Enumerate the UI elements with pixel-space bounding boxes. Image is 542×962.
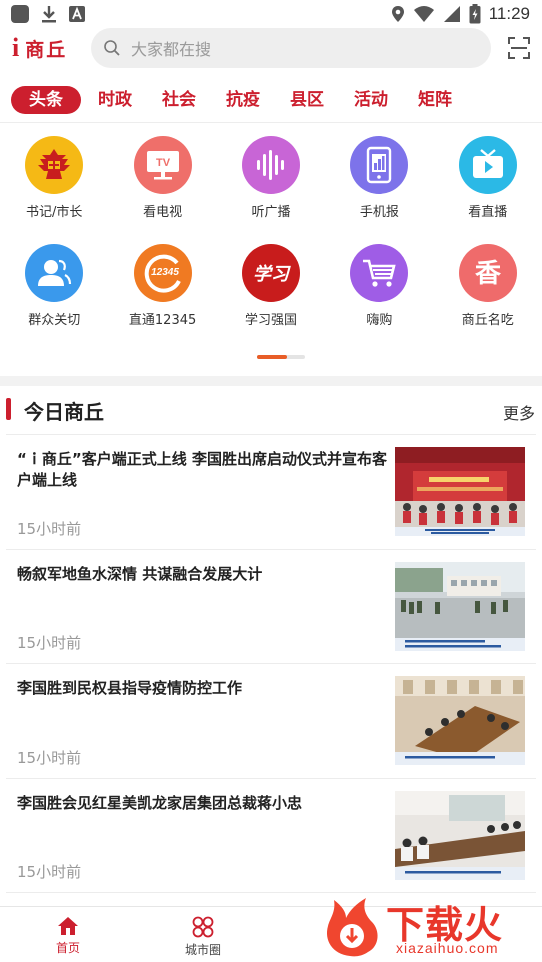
food-icon: 香: [458, 244, 517, 302]
search-placeholder: 大家都在搜: [131, 40, 212, 59]
section-header: 今日商丘 更多: [0, 386, 542, 434]
font-a-icon: [69, 6, 85, 22]
page-indicator-active: [257, 355, 287, 359]
news-time: 15小时前: [17, 519, 82, 538]
section-accent-bar: [6, 398, 11, 420]
grid-item-public-concerns[interactable]: 群众关切: [0, 244, 108, 352]
news-time: 15小时前: [17, 748, 82, 767]
search-bar[interactable]: 大家都在搜: [91, 28, 491, 68]
emblem-icon: [25, 136, 84, 194]
status-bar: 11:29: [0, 0, 542, 28]
grid-item-shopping[interactable]: 嗨购: [325, 244, 433, 352]
news-item[interactable]: 畅叙军地鱼水深情 共谋融合发展大计 15小时前: [6, 550, 536, 664]
grid-item-study[interactable]: 学习 学习强国: [217, 244, 325, 352]
news-list: “ｉ商丘”客户端正式上线 李国胜出席启动仪式并宣布客户端上线 15小时前 畅叙军…: [6, 435, 536, 893]
app-logo[interactable]: i 商丘: [0, 28, 90, 68]
tab-counties[interactable]: 县区: [290, 86, 324, 114]
news-title: 畅叙军地鱼水深情 共谋融合发展大计: [17, 564, 263, 583]
category-tabs: 头条 时政 社会 抗疫 县区 活动 矩阵: [0, 84, 542, 116]
tab-society[interactable]: 社会: [162, 86, 196, 114]
grid-label: 学习强国: [244, 313, 297, 328]
grid-label: 商丘名吃: [461, 313, 514, 328]
grid-label: 群众关切: [28, 313, 81, 328]
download-icon: [42, 6, 56, 23]
news-title: 李国胜到民权县指导疫情防控工作: [17, 679, 243, 697]
news-item[interactable]: 李国胜会见红星美凯龙家居集团总裁蒋小忠 15小时前: [6, 779, 536, 893]
wifi-icon: [413, 6, 434, 22]
clock: 11:29: [488, 4, 530, 23]
section-separator: [0, 376, 542, 386]
nav-city-circle[interactable]: 城市圈: [163, 915, 243, 958]
grid-page-indicator: [257, 355, 305, 359]
military-visit-photo: [395, 561, 525, 651]
svg-text:香: 香: [475, 259, 501, 289]
grid-label: 看直播: [468, 205, 508, 220]
cart-icon: [350, 244, 409, 302]
grid-label: 书记/市长: [26, 205, 83, 220]
grid-label: 听广播: [251, 205, 291, 220]
tab-headlines[interactable]: 头条: [11, 86, 81, 114]
tab-events[interactable]: 活动: [354, 86, 388, 114]
svg-text:12345: 12345: [151, 267, 179, 278]
city-circle-icon: [192, 916, 214, 938]
nav-label: 首页: [55, 941, 80, 955]
watermark-url: xiazaihuo.com: [396, 940, 499, 956]
grid-label: 看电视: [143, 205, 183, 220]
svg-text:TV: TV: [156, 157, 171, 169]
search-icon: [104, 40, 120, 56]
news-time: 15小时前: [17, 863, 82, 881]
tab-epidemic[interactable]: 抗疫: [226, 86, 260, 114]
tv-icon: TV: [133, 136, 192, 194]
nav-label: 城市圈: [184, 943, 221, 957]
news-title: 李国胜会见红星美凯龙家居集团总裁蒋小忠: [17, 793, 303, 812]
news-title: “ｉ商丘”客户端正式上线 李国胜出席启动仪式并宣布客户端上线: [17, 450, 387, 489]
study-icon: 学习: [241, 244, 300, 302]
grid-item-radio[interactable]: 听广播: [217, 136, 325, 244]
news-item[interactable]: “ｉ商丘”客户端正式上线 李国胜出席启动仪式并宣布客户端上线 15小时前: [6, 435, 536, 550]
live-tv-icon: [458, 136, 517, 194]
grid-item-hotline[interactable]: 12345 直通12345: [108, 244, 216, 352]
location-icon: [391, 6, 404, 22]
news-item[interactable]: 李国胜到民权县指导疫情防控工作 15小时前: [6, 664, 536, 779]
grid-label: 手机报: [359, 205, 399, 220]
grid-item-live[interactable]: 看直播: [434, 136, 542, 244]
grid-label: 直通12345: [128, 313, 197, 328]
app-notification-icon: [11, 5, 29, 23]
hotline-icon: 12345: [133, 244, 192, 302]
grid-item-watch-tv[interactable]: TV 看电视: [108, 136, 216, 244]
tab-matrix[interactable]: 矩阵: [418, 86, 452, 114]
divider: [0, 122, 542, 123]
launch-ceremony-photo: [395, 447, 525, 536]
tab-politics[interactable]: 时政: [98, 86, 132, 114]
battery-icon: [469, 4, 481, 24]
home-icon: [58, 917, 78, 935]
news-time: 15小时前: [17, 634, 82, 652]
people-icon: [25, 244, 84, 302]
flame-logo-icon: [326, 898, 378, 957]
grid-label: 嗨购: [366, 313, 393, 328]
svg-text:学习: 学习: [253, 264, 291, 285]
logo-i: i: [12, 33, 20, 62]
grid-item-local-food[interactable]: 香 商丘名吃: [434, 244, 542, 352]
scan-icon[interactable]: [507, 36, 531, 60]
grid-item-mobile-paper[interactable]: 手机报: [325, 136, 433, 244]
nav-home[interactable]: 首页: [28, 915, 108, 956]
service-grid: 书记/市长 TV 看电视 听广播 手机报 看直播 群众关切 12345 直通12…: [0, 136, 542, 352]
logo-text: 商丘: [25, 38, 68, 61]
section-title: 今日商丘: [24, 400, 104, 424]
app-header: i 商丘 大家都在搜: [0, 28, 542, 68]
conference-photo: [395, 790, 525, 880]
phone-icon: [350, 136, 409, 194]
audio-wave-icon: [241, 136, 300, 194]
more-link[interactable]: 更多: [503, 400, 535, 424]
signal-icon: [443, 6, 460, 22]
meeting-room-photo: [395, 676, 525, 765]
watermark: 下载火 xiazaihuo.com: [320, 892, 542, 962]
grid-item-secretary-mayor[interactable]: 书记/市长: [0, 136, 108, 244]
